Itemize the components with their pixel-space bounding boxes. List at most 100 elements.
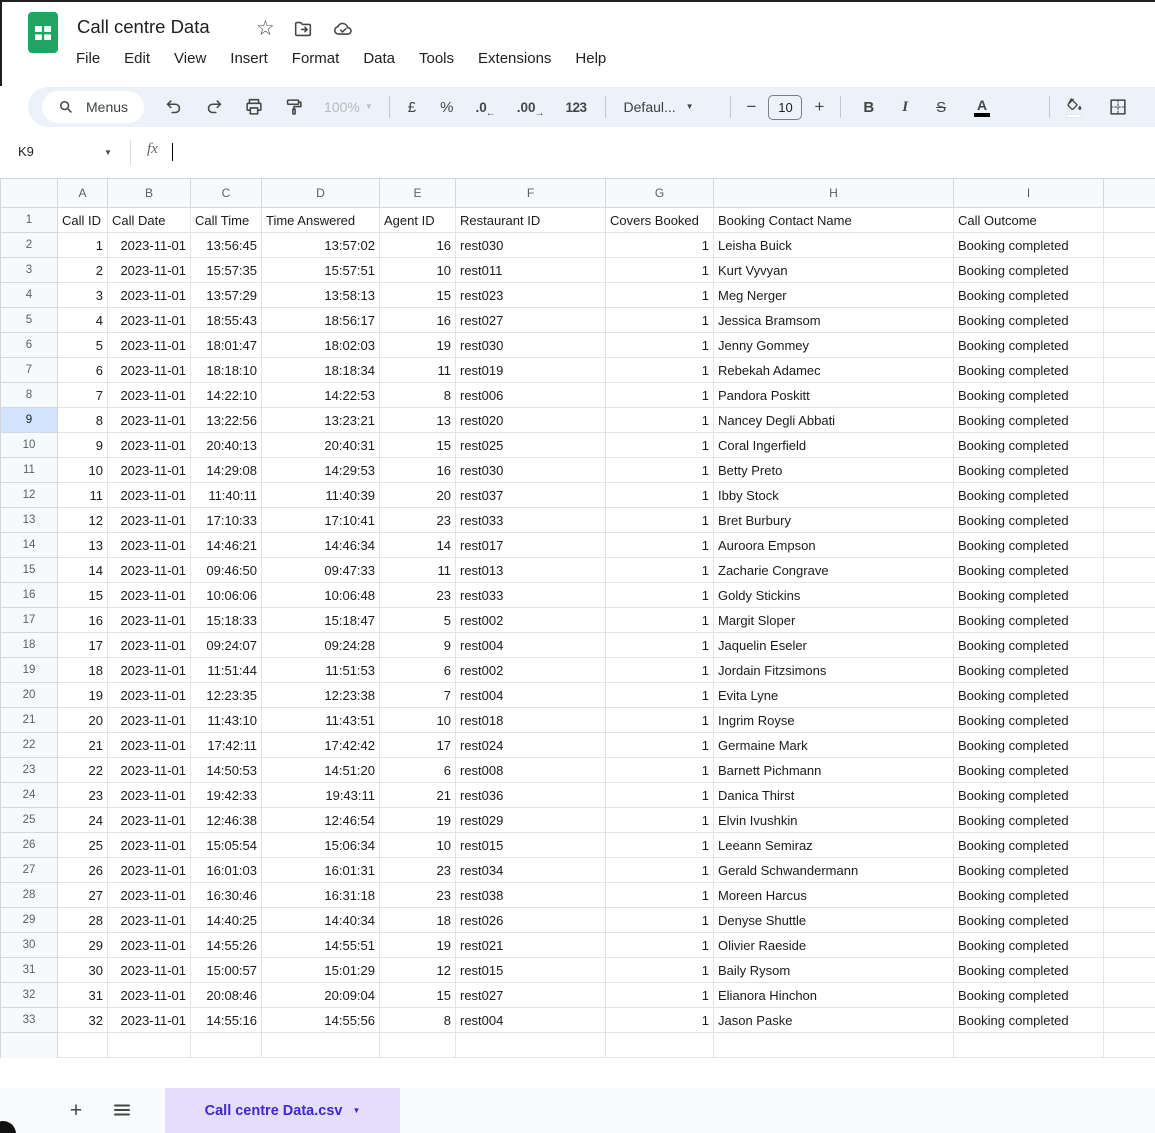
cell-J9[interactable] xyxy=(1104,408,1155,433)
cell-B14[interactable]: 2023-11-01 xyxy=(108,533,191,558)
cell-E14[interactable]: 14 xyxy=(380,533,456,558)
cell-C31[interactable]: 15:00:57 xyxy=(191,958,262,983)
cell-I-partial[interactable] xyxy=(954,1033,1104,1058)
cell-A4[interactable]: 3 xyxy=(58,283,108,308)
cell-B11[interactable]: 2023-11-01 xyxy=(108,458,191,483)
cell-B3[interactable]: 2023-11-01 xyxy=(108,258,191,283)
cell-F5[interactable]: rest027 xyxy=(456,308,606,333)
cell-J10[interactable] xyxy=(1104,433,1155,458)
cell-J5[interactable] xyxy=(1104,308,1155,333)
cell-H5[interactable]: Jessica Bramsom xyxy=(714,308,954,333)
cell-E24[interactable]: 21 xyxy=(380,783,456,808)
cell-I8[interactable]: Booking completed xyxy=(954,383,1104,408)
cell-B7[interactable]: 2023-11-01 xyxy=(108,358,191,383)
cell-J30[interactable] xyxy=(1104,933,1155,958)
cell-G7[interactable]: 1 xyxy=(606,358,714,383)
move-to-folder-icon[interactable] xyxy=(291,17,315,41)
cell-F16[interactable]: rest033 xyxy=(456,583,606,608)
row-header-26[interactable]: 26 xyxy=(1,833,58,858)
cell-C27[interactable]: 16:01:03 xyxy=(191,858,262,883)
cell-J18[interactable] xyxy=(1104,633,1155,658)
cell-H-partial[interactable] xyxy=(714,1033,954,1058)
cell-A3[interactable]: 2 xyxy=(58,258,108,283)
cell-A14[interactable]: 13 xyxy=(58,533,108,558)
cell-A20[interactable]: 19 xyxy=(58,683,108,708)
cell-D17[interactable]: 15:18:47 xyxy=(262,608,380,633)
cell-G26[interactable]: 1 xyxy=(606,833,714,858)
cell-I1[interactable]: Call Outcome xyxy=(954,208,1104,233)
cell-I13[interactable]: Booking completed xyxy=(954,508,1104,533)
cell-I19[interactable]: Booking completed xyxy=(954,658,1104,683)
cell-F17[interactable]: rest002 xyxy=(456,608,606,633)
cell-D26[interactable]: 15:06:34 xyxy=(262,833,380,858)
cell-F4[interactable]: rest023 xyxy=(456,283,606,308)
cell-D20[interactable]: 12:23:38 xyxy=(262,683,380,708)
cell-G4[interactable]: 1 xyxy=(606,283,714,308)
cell-I18[interactable]: Booking completed xyxy=(954,633,1104,658)
cell-B13[interactable]: 2023-11-01 xyxy=(108,508,191,533)
cell-E20[interactable]: 7 xyxy=(380,683,456,708)
row-header-16[interactable]: 16 xyxy=(1,583,58,608)
cell-B30[interactable]: 2023-11-01 xyxy=(108,933,191,958)
cell-C21[interactable]: 11:43:10 xyxy=(191,708,262,733)
row-header-4[interactable]: 4 xyxy=(1,283,58,308)
cell-F1[interactable]: Restaurant ID xyxy=(456,208,606,233)
menu-item-tools[interactable]: Tools xyxy=(419,50,454,67)
undo-icon[interactable] xyxy=(162,95,186,119)
cell-F20[interactable]: rest004 xyxy=(456,683,606,708)
cell-J29[interactable] xyxy=(1104,908,1155,933)
star-icon[interactable]: ☆ xyxy=(256,18,275,40)
cell-G19[interactable]: 1 xyxy=(606,658,714,683)
cell-D5[interactable]: 18:56:17 xyxy=(262,308,380,333)
cell-I20[interactable]: Booking completed xyxy=(954,683,1104,708)
cell-E22[interactable]: 17 xyxy=(380,733,456,758)
cell-A17[interactable]: 16 xyxy=(58,608,108,633)
row-header-7[interactable]: 7 xyxy=(1,358,58,383)
cell-C1[interactable]: Call Time xyxy=(191,208,262,233)
cell-A23[interactable]: 22 xyxy=(58,758,108,783)
cell-F29[interactable]: rest026 xyxy=(456,908,606,933)
cell-G14[interactable]: 1 xyxy=(606,533,714,558)
cell-J27[interactable] xyxy=(1104,858,1155,883)
cell-D8[interactable]: 14:22:53 xyxy=(262,383,380,408)
cell-G1[interactable]: Covers Booked xyxy=(606,208,714,233)
cell-D3[interactable]: 15:57:51 xyxy=(262,258,380,283)
cell-I32[interactable]: Booking completed xyxy=(954,983,1104,1008)
cell-E9[interactable]: 13 xyxy=(380,408,456,433)
menu-item-format[interactable]: Format xyxy=(292,50,340,67)
cell-J-partial[interactable] xyxy=(1104,1033,1155,1058)
zoom-control[interactable]: 100% ▼ xyxy=(324,99,373,115)
cell-G9[interactable]: 1 xyxy=(606,408,714,433)
cell-A18[interactable]: 17 xyxy=(58,633,108,658)
cell-H22[interactable]: Germaine Mark xyxy=(714,733,954,758)
cell-E3[interactable]: 10 xyxy=(380,258,456,283)
cell-J28[interactable] xyxy=(1104,883,1155,908)
cell-D15[interactable]: 09:47:33 xyxy=(262,558,380,583)
cell-I15[interactable]: Booking completed xyxy=(954,558,1104,583)
cell-F12[interactable]: rest037 xyxy=(456,483,606,508)
cell-C7[interactable]: 18:18:10 xyxy=(191,358,262,383)
cell-C16[interactable]: 10:06:06 xyxy=(191,583,262,608)
cell-F13[interactable]: rest033 xyxy=(456,508,606,533)
menu-item-data[interactable]: Data xyxy=(363,50,395,67)
cell-D16[interactable]: 10:06:48 xyxy=(262,583,380,608)
cell-B21[interactable]: 2023-11-01 xyxy=(108,708,191,733)
cell-I22[interactable]: Booking completed xyxy=(954,733,1104,758)
cell-J3[interactable] xyxy=(1104,258,1155,283)
menu-item-edit[interactable]: Edit xyxy=(124,50,150,67)
cell-C24[interactable]: 19:42:33 xyxy=(191,783,262,808)
cell-F27[interactable]: rest034 xyxy=(456,858,606,883)
cell-F28[interactable]: rest038 xyxy=(456,883,606,908)
cell-I31[interactable]: Booking completed xyxy=(954,958,1104,983)
cell-I9[interactable]: Booking completed xyxy=(954,408,1104,433)
cell-B5[interactable]: 2023-11-01 xyxy=(108,308,191,333)
cell-H29[interactable]: Denyse Shuttle xyxy=(714,908,954,933)
cell-E25[interactable]: 19 xyxy=(380,808,456,833)
cell-A21[interactable]: 20 xyxy=(58,708,108,733)
cell-G16[interactable]: 1 xyxy=(606,583,714,608)
cell-E6[interactable]: 19 xyxy=(380,333,456,358)
cell-G20[interactable]: 1 xyxy=(606,683,714,708)
row-header-2[interactable]: 2 xyxy=(1,233,58,258)
cell-E26[interactable]: 10 xyxy=(380,833,456,858)
row-header-partial[interactable] xyxy=(1,1033,58,1058)
